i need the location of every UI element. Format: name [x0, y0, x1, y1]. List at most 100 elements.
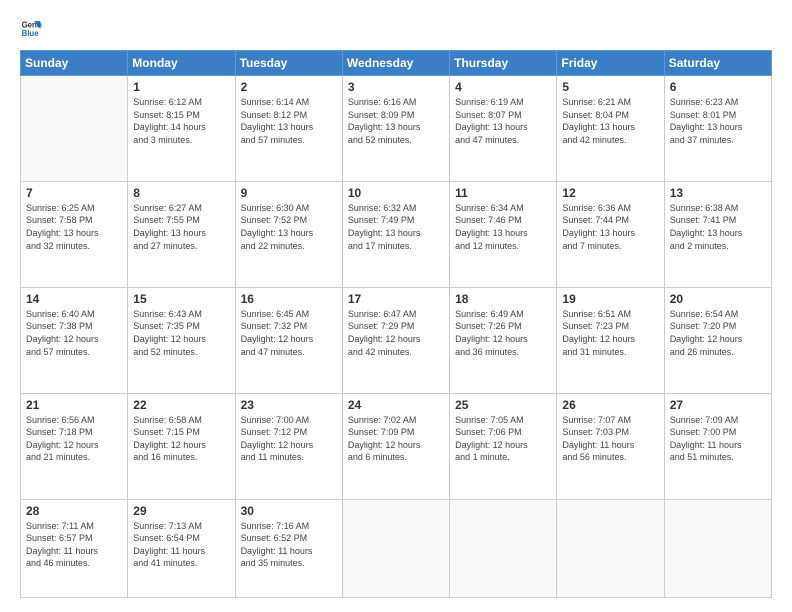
weekday-header-row: SundayMondayTuesdayWednesdayThursdayFrid… — [21, 51, 772, 76]
day-number: 14 — [26, 292, 122, 306]
calendar-cell: 10 Sunrise: 6:32 AM Sunset: 7:49 PM Dayli… — [342, 181, 449, 287]
calendar-cell: 22 Sunrise: 6:58 AM Sunset: 7:15 PM Dayli… — [128, 393, 235, 499]
calendar-cell — [664, 499, 771, 598]
day-info: Sunrise: 6:19 AM Sunset: 8:07 PM Dayligh… — [455, 96, 551, 146]
day-number: 24 — [348, 398, 444, 412]
calendar-cell: 3 Sunrise: 6:16 AM Sunset: 8:09 PM Daylig… — [342, 76, 449, 182]
day-number: 26 — [562, 398, 658, 412]
day-number: 1 — [133, 80, 229, 94]
day-info: Sunrise: 6:25 AM Sunset: 7:58 PM Dayligh… — [26, 202, 122, 252]
day-info: Sunrise: 7:00 AM Sunset: 7:12 PM Dayligh… — [241, 414, 337, 464]
calendar-week-row: 14Sunrise: 6:40 AM Sunset: 7:38 PM Dayli… — [21, 287, 772, 393]
day-info: Sunrise: 6:58 AM Sunset: 7:15 PM Dayligh… — [133, 414, 229, 464]
calendar-cell: 19 Sunrise: 6:51 AM Sunset: 7:23 PM Dayli… — [557, 287, 664, 393]
day-number: 7 — [26, 186, 122, 200]
day-info: Sunrise: 6:38 AM Sunset: 7:41 PM Dayligh… — [670, 202, 766, 252]
calendar-cell: 27 Sunrise: 7:09 AM Sunset: 7:00 PM Dayli… — [664, 393, 771, 499]
day-number: 9 — [241, 186, 337, 200]
calendar-cell: 25 Sunrise: 7:05 AM Sunset: 7:06 PM Dayli… — [450, 393, 557, 499]
calendar-cell: 17Sunrise: 6:47 AM Sunset: 7:29 PM Dayli… — [342, 287, 449, 393]
calendar-table: SundayMondayTuesdayWednesdayThursdayFrid… — [20, 50, 772, 598]
day-info: Sunrise: 7:05 AM Sunset: 7:06 PM Dayligh… — [455, 414, 551, 464]
weekday-header-thursday: Thursday — [450, 51, 557, 76]
day-info: Sunrise: 6:36 AM Sunset: 7:44 PM Dayligh… — [562, 202, 658, 252]
day-info: Sunrise: 7:09 AM Sunset: 7:00 PM Dayligh… — [670, 414, 766, 464]
calendar-cell: 23 Sunrise: 7:00 AM Sunset: 7:12 PM Dayli… — [235, 393, 342, 499]
calendar-cell: 2 Sunrise: 6:14 AM Sunset: 8:12 PM Daylig… — [235, 76, 342, 182]
day-info: Sunrise: 6:21 AM Sunset: 8:04 PM Dayligh… — [562, 96, 658, 146]
day-number: 28 — [26, 504, 122, 518]
header: General Blue — [20, 18, 772, 40]
calendar-cell: 4 Sunrise: 6:19 AM Sunset: 8:07 PM Daylig… — [450, 76, 557, 182]
calendar-cell: 24 Sunrise: 7:02 AM Sunset: 7:09 PM Dayli… — [342, 393, 449, 499]
calendar-cell: 7 Sunrise: 6:25 AM Sunset: 7:58 PM Daylig… — [21, 181, 128, 287]
calendar-cell: 30Sunrise: 7:16 AM Sunset: 6:52 PM Dayli… — [235, 499, 342, 598]
svg-text:Blue: Blue — [22, 29, 40, 38]
day-number: 21 — [26, 398, 122, 412]
day-number: 27 — [670, 398, 766, 412]
calendar-week-row: 28 Sunrise: 7:11 AM Sunset: 6:57 PM Dayli… — [21, 499, 772, 598]
day-number: 6 — [670, 80, 766, 94]
day-info: Sunrise: 6:16 AM Sunset: 8:09 PM Dayligh… — [348, 96, 444, 146]
calendar-cell: 12 Sunrise: 6:36 AM Sunset: 7:44 PM Dayli… — [557, 181, 664, 287]
logo: General Blue — [20, 18, 46, 40]
calendar-cell: 18 Sunrise: 6:49 AM Sunset: 7:26 PM Dayli… — [450, 287, 557, 393]
day-number: 4 — [455, 80, 551, 94]
weekday-header-wednesday: Wednesday — [342, 51, 449, 76]
day-number: 11 — [455, 186, 551, 200]
day-number: 12 — [562, 186, 658, 200]
day-info: Sunrise: 6:49 AM Sunset: 7:26 PM Dayligh… — [455, 308, 551, 358]
day-number: 2 — [241, 80, 337, 94]
day-number: 13 — [670, 186, 766, 200]
calendar-cell — [21, 76, 128, 182]
day-number: 15 — [133, 292, 229, 306]
day-number: 16 — [241, 292, 337, 306]
day-info: Sunrise: 6:23 AM Sunset: 8:01 PM Dayligh… — [670, 96, 766, 146]
day-number: 23 — [241, 398, 337, 412]
weekday-header-friday: Friday — [557, 51, 664, 76]
day-number: 25 — [455, 398, 551, 412]
day-info: Sunrise: 7:02 AM Sunset: 7:09 PM Dayligh… — [348, 414, 444, 464]
day-number: 5 — [562, 80, 658, 94]
day-number: 10 — [348, 186, 444, 200]
day-info: Sunrise: 6:43 AM Sunset: 7:35 PM Dayligh… — [133, 308, 229, 358]
calendar-cell: 11 Sunrise: 6:34 AM Sunset: 7:46 PM Dayli… — [450, 181, 557, 287]
day-number: 29 — [133, 504, 229, 518]
day-info: Sunrise: 6:47 AM Sunset: 7:29 PM Dayligh… — [348, 308, 444, 358]
day-info: Sunrise: 6:32 AM Sunset: 7:49 PM Dayligh… — [348, 202, 444, 252]
day-info: Sunrise: 6:56 AM Sunset: 7:18 PM Dayligh… — [26, 414, 122, 464]
day-info: Sunrise: 6:27 AM Sunset: 7:55 PM Dayligh… — [133, 202, 229, 252]
calendar-cell: 15 Sunrise: 6:43 AM Sunset: 7:35 PM Dayli… — [128, 287, 235, 393]
calendar-cell: 6 Sunrise: 6:23 AM Sunset: 8:01 PM Daylig… — [664, 76, 771, 182]
day-info: Sunrise: 6:51 AM Sunset: 7:23 PM Dayligh… — [562, 308, 658, 358]
day-info: Sunrise: 7:11 AM Sunset: 6:57 PM Dayligh… — [26, 520, 122, 570]
calendar-cell: 29 Sunrise: 7:13 AM Sunset: 6:54 PM Dayli… — [128, 499, 235, 598]
day-info: Sunrise: 7:07 AM Sunset: 7:03 PM Dayligh… — [562, 414, 658, 464]
day-info: Sunrise: 6:30 AM Sunset: 7:52 PM Dayligh… — [241, 202, 337, 252]
calendar-cell: 20 Sunrise: 6:54 AM Sunset: 7:20 PM Dayli… — [664, 287, 771, 393]
calendar-cell: 14Sunrise: 6:40 AM Sunset: 7:38 PM Dayli… — [21, 287, 128, 393]
calendar-cell: 1 Sunrise: 6:12 AM Sunset: 8:15 PM Daylig… — [128, 76, 235, 182]
calendar-cell: 16 Sunrise: 6:45 AM Sunset: 7:32 PM Dayli… — [235, 287, 342, 393]
day-info: Sunrise: 7:16 AM Sunset: 6:52 PM Dayligh… — [241, 520, 337, 570]
day-number: 8 — [133, 186, 229, 200]
day-info: Sunrise: 6:54 AM Sunset: 7:20 PM Dayligh… — [670, 308, 766, 358]
day-number: 20 — [670, 292, 766, 306]
day-number: 18 — [455, 292, 551, 306]
day-info: Sunrise: 7:13 AM Sunset: 6:54 PM Dayligh… — [133, 520, 229, 570]
day-info: Sunrise: 6:12 AM Sunset: 8:15 PM Dayligh… — [133, 96, 229, 146]
calendar-cell: 28 Sunrise: 7:11 AM Sunset: 6:57 PM Dayli… — [21, 499, 128, 598]
calendar-cell: 8 Sunrise: 6:27 AM Sunset: 7:55 PM Daylig… — [128, 181, 235, 287]
day-info: Sunrise: 6:34 AM Sunset: 7:46 PM Dayligh… — [455, 202, 551, 252]
calendar-cell — [342, 499, 449, 598]
day-info: Sunrise: 6:14 AM Sunset: 8:12 PM Dayligh… — [241, 96, 337, 146]
day-number: 22 — [133, 398, 229, 412]
day-number: 3 — [348, 80, 444, 94]
day-number: 19 — [562, 292, 658, 306]
calendar-cell: 26 Sunrise: 7:07 AM Sunset: 7:03 PM Dayli… — [557, 393, 664, 499]
calendar-cell: 9 Sunrise: 6:30 AM Sunset: 7:52 PM Daylig… — [235, 181, 342, 287]
calendar-cell — [557, 499, 664, 598]
weekday-header-monday: Monday — [128, 51, 235, 76]
day-info: Sunrise: 6:45 AM Sunset: 7:32 PM Dayligh… — [241, 308, 337, 358]
calendar-cell: 5 Sunrise: 6:21 AM Sunset: 8:04 PM Daylig… — [557, 76, 664, 182]
